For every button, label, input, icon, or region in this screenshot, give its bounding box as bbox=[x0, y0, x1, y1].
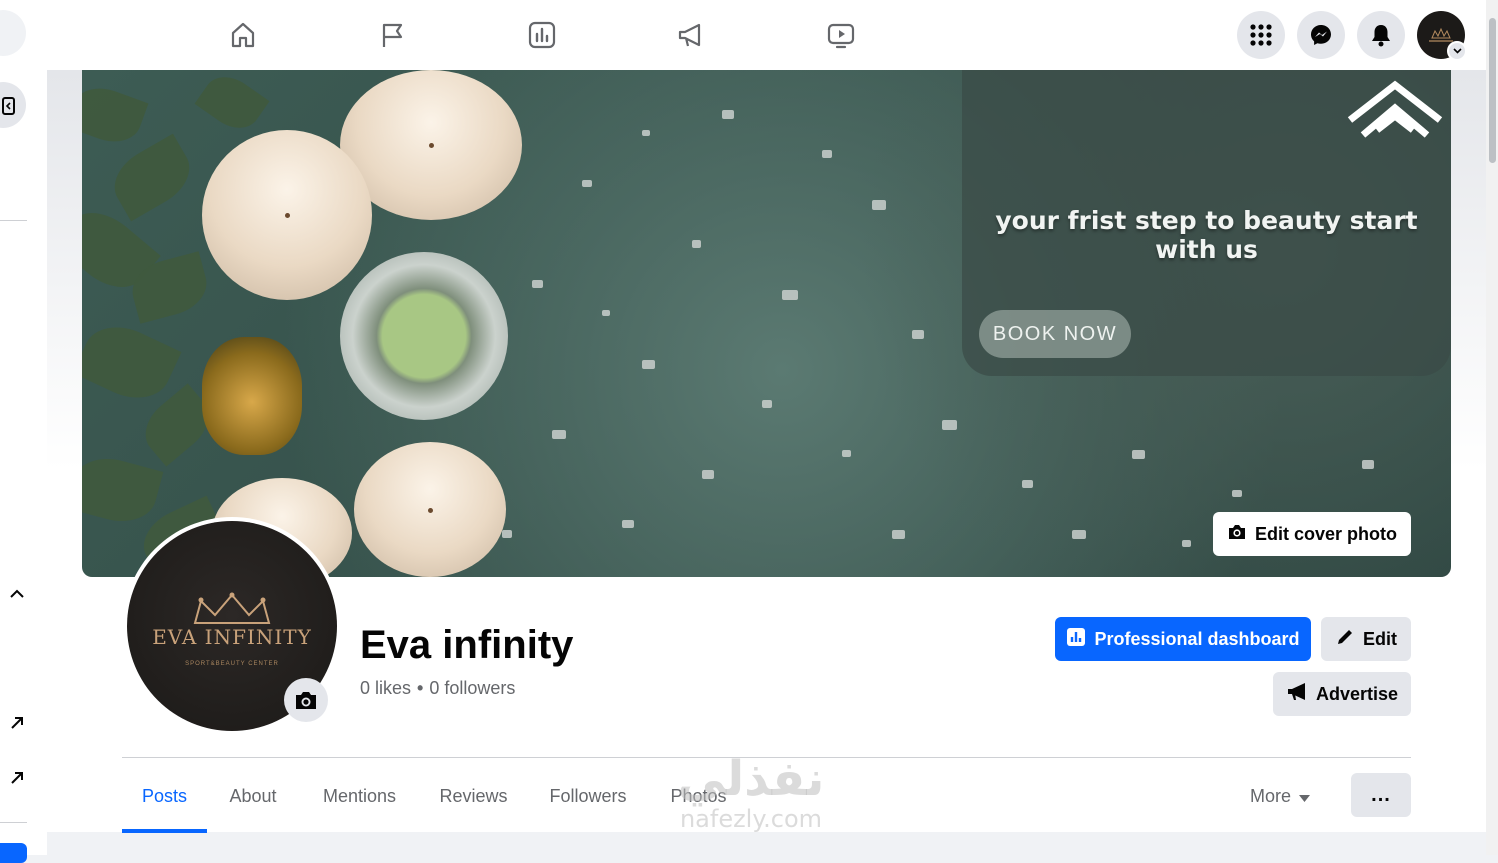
promo-text: your frist step to beauty start with us bbox=[995, 206, 1418, 264]
create-button[interactable] bbox=[0, 843, 27, 863]
tab-photos[interactable]: Photos bbox=[656, 776, 741, 816]
tab-more[interactable]: More bbox=[1235, 776, 1325, 816]
menu-grid-icon[interactable] bbox=[1237, 11, 1285, 59]
dashboard-icon bbox=[1066, 627, 1086, 652]
megaphone-icon bbox=[1286, 682, 1308, 707]
tab-followers[interactable]: Followers bbox=[534, 776, 642, 816]
book-now-button[interactable]: BOOK NOW bbox=[979, 310, 1131, 358]
followers-count[interactable]: 0 followers bbox=[429, 678, 515, 699]
advertise-label: Advertise bbox=[1315, 683, 1399, 704]
more-label: More bbox=[1249, 785, 1291, 806]
scrollbar-thumb[interactable] bbox=[1489, 18, 1496, 163]
cover-photo[interactable]: your frist step to beauty start with us … bbox=[82, 70, 1451, 577]
video-icon[interactable] bbox=[821, 15, 861, 55]
search-button[interactable] bbox=[0, 10, 26, 56]
insights-icon[interactable] bbox=[522, 15, 562, 55]
stats-separator: • bbox=[417, 678, 424, 698]
likes-count[interactable]: 0 likes bbox=[360, 678, 411, 699]
more-options-button[interactable]: ... bbox=[1351, 773, 1411, 817]
account-avatar[interactable] bbox=[1417, 11, 1467, 61]
flag-icon[interactable] bbox=[372, 15, 412, 55]
external-link-icon[interactable] bbox=[8, 769, 26, 787]
logo-wordmark: EVA INFINITY bbox=[152, 625, 312, 649]
tab-posts[interactable]: Posts bbox=[122, 776, 207, 816]
edit-cover-label: Edit cover photo bbox=[1254, 523, 1397, 544]
edit-cover-photo-button[interactable]: Edit cover photo bbox=[1213, 512, 1411, 556]
page-title: Eva infinity bbox=[360, 623, 574, 667]
edit-label: Edit bbox=[1363, 628, 1397, 649]
sidebar-toggle-icon[interactable] bbox=[0, 94, 18, 118]
top-navigation-bar bbox=[0, 0, 1486, 70]
left-sidebar bbox=[0, 70, 47, 855]
caret-down-icon bbox=[1299, 786, 1310, 807]
professional-dashboard-button[interactable]: Professional dashboard bbox=[1055, 617, 1311, 661]
tabs-divider bbox=[122, 757, 1411, 758]
chevron-up-icon[interactable] bbox=[8, 584, 26, 602]
tab-about[interactable]: About bbox=[212, 776, 294, 816]
megaphone-icon[interactable] bbox=[671, 15, 711, 55]
camera-icon bbox=[296, 691, 316, 709]
active-tab-indicator bbox=[122, 829, 207, 833]
camera-icon bbox=[1227, 523, 1247, 546]
scrollbar[interactable] bbox=[1486, 0, 1498, 855]
notifications-icon[interactable] bbox=[1357, 11, 1405, 59]
external-link-icon[interactable] bbox=[8, 714, 26, 732]
messenger-icon[interactable] bbox=[1297, 11, 1345, 59]
tab-mentions[interactable]: Mentions bbox=[306, 776, 413, 816]
edit-button[interactable]: Edit bbox=[1321, 617, 1411, 661]
promo-banner: your frist step to beauty start with us … bbox=[962, 70, 1451, 376]
update-profile-picture-button[interactable] bbox=[284, 678, 328, 722]
pencil-icon bbox=[1335, 627, 1355, 652]
logo-tagline: SPORT&BEAUTY CENTER bbox=[185, 661, 279, 667]
professional-dashboard-label: Professional dashboard bbox=[1094, 628, 1300, 649]
page-stats: 0 likes • 0 followers bbox=[360, 678, 515, 699]
advertise-button[interactable]: Advertise bbox=[1273, 672, 1411, 716]
home-icon[interactable] bbox=[223, 15, 263, 55]
tab-reviews[interactable]: Reviews bbox=[426, 776, 521, 816]
brand-logo-icon bbox=[1345, 80, 1445, 145]
chevron-down-icon[interactable] bbox=[1447, 41, 1467, 61]
